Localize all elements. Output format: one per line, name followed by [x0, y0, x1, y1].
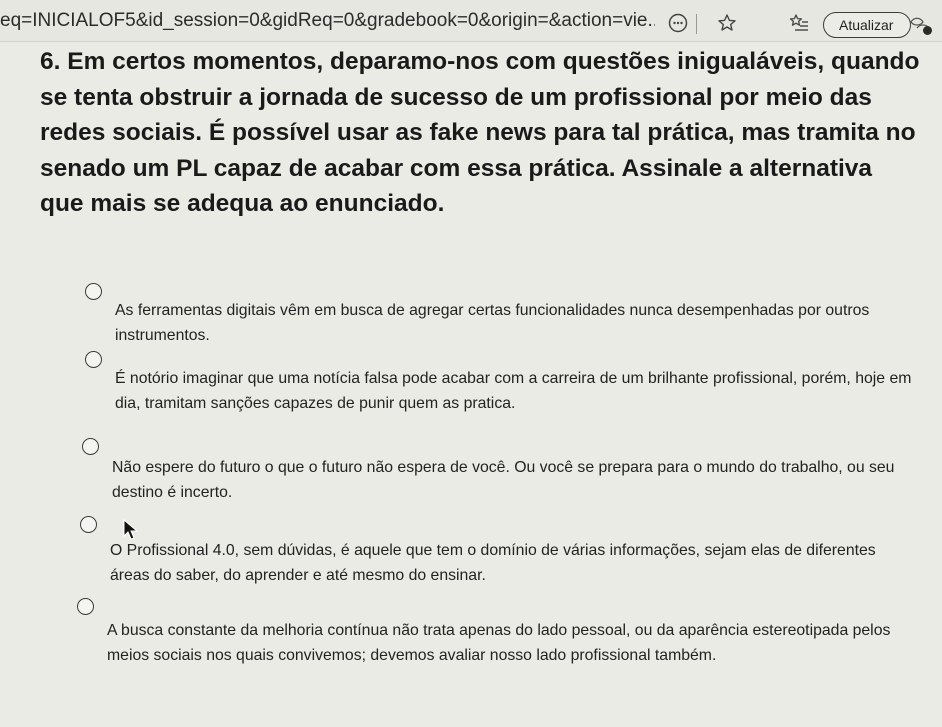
- page: eq=INICIALOF5&id_session=0&gidReq=0&grad…: [0, 0, 942, 727]
- menu-icon[interactable]: [908, 14, 934, 36]
- option-1-radio[interactable]: [85, 283, 102, 300]
- option-5-radio[interactable]: [77, 598, 94, 615]
- favorites-icon[interactable]: [788, 12, 810, 34]
- notification-dot: [923, 26, 932, 35]
- more-icon[interactable]: [667, 12, 689, 34]
- option-2-text: É notório imaginar que uma notícia falsa…: [115, 370, 912, 412]
- browser-toolbar: eq=INICIALOF5&id_session=0&gidReq=0&grad…: [0, 0, 942, 42]
- option-1-text: As ferramentas digitais vêm em busca de …: [115, 302, 870, 344]
- option-3-radio[interactable]: [82, 438, 99, 455]
- option-5-text: A busca constante da melhoria contínua n…: [107, 622, 891, 664]
- option-4-radio[interactable]: [80, 516, 97, 533]
- option-2-radio[interactable]: [85, 351, 102, 368]
- star-icon[interactable]: [716, 12, 738, 34]
- cursor-icon: [123, 519, 139, 540]
- update-button[interactable]: Atualizar: [823, 12, 911, 38]
- question-text: 6. Em certos momentos, deparamo-nos com …: [40, 48, 920, 217]
- toolbar-divider: [696, 14, 697, 34]
- update-button-label: Atualizar: [839, 17, 894, 33]
- option-4-text: O Profissional 4.0, sem dúvidas, é aquel…: [110, 542, 876, 584]
- option-3-text: Não espere do futuro o que o futuro não …: [112, 459, 895, 501]
- address-bar-url[interactable]: eq=INICIALOF5&id_session=0&gidReq=0&grad…: [0, 10, 655, 32]
